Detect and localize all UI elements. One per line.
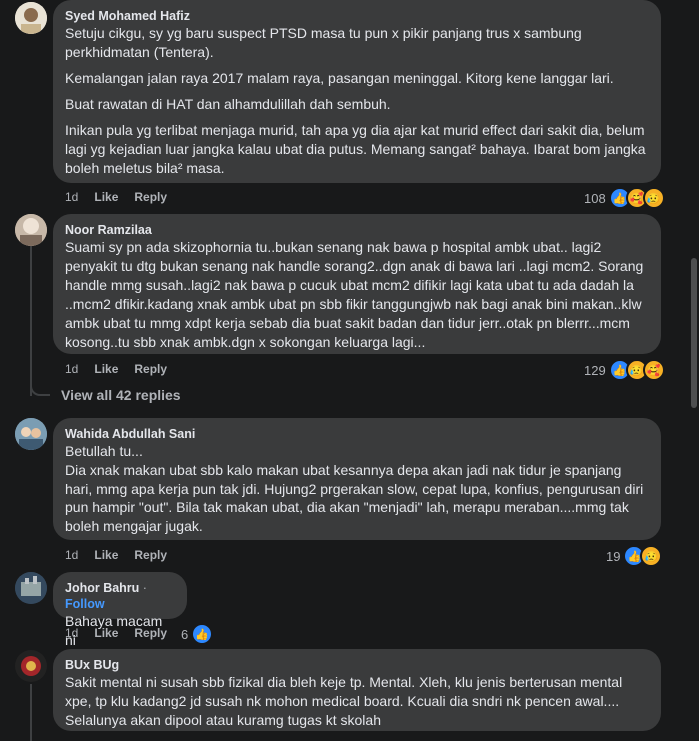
like-button[interactable]: Like — [94, 626, 118, 640]
comment-actions: 1d Like Reply — [65, 362, 183, 376]
comment-actions: 1d Like Reply — [65, 190, 183, 204]
comment-text: Kemalangan jalan raya 2017 malam raya, p… — [65, 70, 614, 86]
like-button[interactable]: Like — [94, 362, 118, 376]
comment-text: Buat rawatan di HAT dan alhamdulillah da… — [65, 96, 391, 112]
timestamp[interactable]: 1d — [65, 548, 78, 562]
comment-text: Suami sy pn ada skizophornia tu..bukan s… — [65, 239, 644, 350]
avatar[interactable] — [15, 650, 47, 682]
comment-text: Dia xnak makan ubat sbb kalo makan ubat … — [65, 462, 644, 534]
care-reaction-icon: 🥰 — [642, 359, 665, 381]
commenter-name[interactable]: Noor Ramzilaa — [65, 222, 649, 238]
timestamp[interactable]: 1d — [65, 190, 78, 204]
comment-actions: 1d Like Reply — [65, 548, 183, 562]
thread-line-bottom — [30, 684, 32, 741]
like-button[interactable]: Like — [94, 190, 118, 204]
reaction-summary[interactable]: 129 👍 😥 🥰 — [584, 359, 665, 381]
comment-bubble: Syed Mohamed Hafiz Setuju cikgu, sy yg b… — [53, 0, 661, 183]
reply-thread-line — [30, 246, 32, 396]
comment-text: Sakit mental ni susah sbb fizikal dia bl… — [65, 674, 623, 728]
avatar[interactable] — [15, 418, 47, 450]
avatar[interactable] — [15, 572, 47, 604]
timestamp[interactable]: 1d — [65, 626, 78, 640]
comment-bubble: Johor Bahru · Follow Bahaya macam ni — [53, 572, 187, 648]
commenter-name[interactable]: Syed Mohamed Hafiz — [65, 8, 649, 24]
like-button[interactable]: Like — [94, 548, 118, 562]
avatar[interactable] — [15, 2, 47, 34]
reaction-summary[interactable]: 19 👍 😥 — [606, 545, 663, 567]
profile-photo-icon — [15, 572, 47, 604]
profile-photo-icon — [15, 2, 47, 34]
like-reaction-icon: 👍 — [191, 623, 214, 645]
reaction-count: 19 — [606, 548, 621, 564]
comment-text: Inikan pula yg terlibat menjaga murid, t… — [65, 122, 646, 176]
commenter-name[interactable]: Wahida Abdullah Sani — [65, 426, 649, 442]
commenter-name[interactable]: Johor Bahru — [65, 581, 139, 595]
profile-photo-icon — [15, 650, 47, 682]
reply-button[interactable]: Reply — [134, 548, 167, 562]
reaction-summary[interactable]: 108 👍 🥰 😥 — [584, 187, 665, 209]
commenter-name[interactable]: BUx BUg — [65, 657, 649, 673]
sad-reaction-icon: 😥 — [642, 187, 665, 209]
reaction-count: 108 — [584, 190, 606, 206]
comment-bubble: Noor Ramzilaa Suami sy pn ada skizophorn… — [53, 214, 661, 354]
timestamp[interactable]: 1d — [65, 362, 78, 376]
scrollbar[interactable] — [691, 258, 697, 408]
reply-thread-hook — [30, 384, 50, 396]
commenter-name-row: Johor Bahru · Follow — [65, 580, 175, 612]
profile-photo-icon — [15, 214, 47, 246]
comment-text: Setuju cikgu, sy yg baru suspect PTSD ma… — [65, 25, 582, 60]
reply-button[interactable]: Reply — [134, 190, 167, 204]
name-separator: · — [139, 581, 147, 595]
reaction-count: 129 — [584, 362, 606, 378]
comment-actions: 1d Like Reply — [65, 626, 187, 640]
comment-bubble: Wahida Abdullah Sani Betullah tu... Dia … — [53, 418, 661, 540]
reply-button[interactable]: Reply — [134, 626, 167, 640]
avatar[interactable] — [15, 214, 47, 246]
follow-button[interactable]: Follow — [65, 597, 105, 611]
comment-bubble: BUx BUg Sakit mental ni susah sbb fizika… — [53, 649, 661, 731]
comment-text: Betullah tu... — [65, 443, 143, 459]
reply-button[interactable]: Reply — [134, 362, 167, 376]
profile-photo-icon — [15, 418, 47, 450]
reaction-summary[interactable]: 6 👍 — [181, 623, 214, 645]
view-all-replies-link[interactable]: View all 42 replies — [61, 387, 181, 403]
sad-reaction-icon: 😥 — [640, 545, 663, 567]
reaction-count: 6 — [181, 626, 189, 642]
